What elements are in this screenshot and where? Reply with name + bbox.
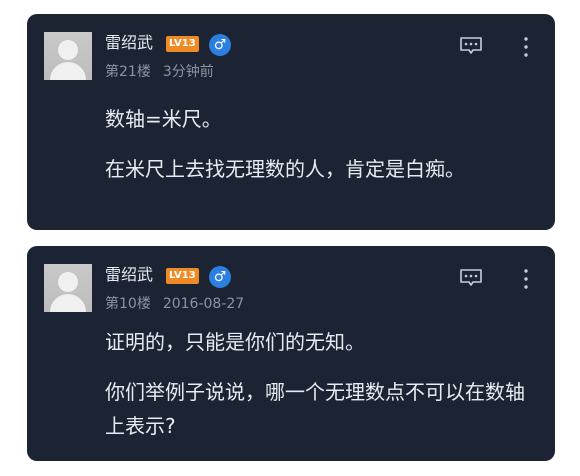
comment-card: 雷绍武 LV13 ♂ 第21楼 3分钟前 数轴=米尺。 在米尺上去找无理数的人，肯… bbox=[27, 14, 555, 230]
comment-card: 雷绍武 LV13 ♂ 第10楼 2016-08-27 证明的，只能是你们的无知。 … bbox=[27, 246, 555, 461]
comment-icon[interactable] bbox=[459, 269, 483, 287]
comment-paragraph: 你们举例子说说，哪一个无理数点不可以在数轴上表示? bbox=[105, 380, 525, 438]
avatar-head bbox=[58, 40, 78, 60]
avatar-body bbox=[50, 294, 86, 312]
comment-icon[interactable] bbox=[459, 37, 483, 55]
level-badge: LV13 bbox=[166, 36, 199, 52]
comment-paragraph: 在米尺上去找无理数的人，肯定是白痴。 bbox=[105, 157, 465, 181]
floor-number: 第10楼 bbox=[105, 296, 151, 312]
comment-paragraph: 数轴=米尺。 bbox=[105, 107, 222, 131]
comment-time: 3分钟前 bbox=[162, 64, 214, 80]
avatar-body bbox=[50, 62, 86, 80]
comment-paragraph: 证明的，只能是你们的无知。 bbox=[105, 330, 365, 354]
username[interactable]: 雷绍武 bbox=[105, 32, 153, 54]
more-options-icon[interactable] bbox=[523, 268, 529, 290]
male-icon: ♂ bbox=[209, 34, 231, 56]
comment-time: 2016-08-27 bbox=[162, 296, 245, 312]
avatar[interactable] bbox=[44, 264, 92, 312]
comment-meta: 第10楼 2016-08-27 bbox=[105, 294, 244, 314]
comment-meta: 第21楼 3分钟前 bbox=[105, 62, 214, 82]
avatar-head bbox=[58, 272, 78, 292]
avatar[interactable] bbox=[44, 32, 92, 80]
male-icon: ♂ bbox=[209, 266, 231, 288]
username[interactable]: 雷绍武 bbox=[105, 264, 153, 286]
more-options-icon[interactable] bbox=[523, 36, 529, 58]
level-badge: LV13 bbox=[166, 268, 199, 284]
floor-number: 第21楼 bbox=[105, 64, 151, 80]
